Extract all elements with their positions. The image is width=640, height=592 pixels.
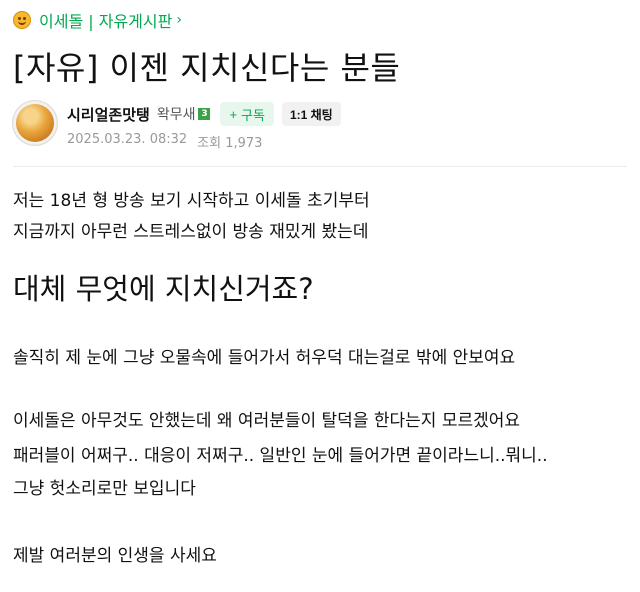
subscribe-label: 구독 <box>241 107 265 123</box>
post-views: 조회 1,973 <box>197 136 263 151</box>
chat-button[interactable]: 1:1 채팅 <box>281 102 341 126</box>
board-link[interactable]: 이세돌 | 자유게시판 <box>39 8 172 32</box>
plus-icon: + <box>229 106 238 122</box>
chevron-right-icon: › <box>176 12 182 28</box>
subscribe-button[interactable]: + 구독 <box>220 102 274 126</box>
post-page: 이세돌 | 자유게시판 › [자유] 이젠 지치신다는 분들 시리얼존맛탱 왁무… <box>0 0 640 592</box>
rank-level-badge: 3 <box>198 108 211 120</box>
body-line: 그냥 헛소리로만 보입니다 <box>13 479 196 499</box>
board-breadcrumb[interactable]: 이세돌 | 자유게시판 › <box>13 8 182 32</box>
body-line: 이세돌은 아무것도 안했는데 왜 여러분들이 탈덕을 한다는지 모르겠어요 <box>13 411 521 431</box>
body-line: 패러블이 어쩌구.. 대응이 저쩌구.. 일반인 눈에 들어가면 끝이라느니..… <box>13 446 548 466</box>
divider <box>13 166 627 167</box>
post-date: 2025.03.23. 08:32 <box>67 132 188 147</box>
body-line: 지금까지 아무런 스트레스없이 방송 재밌게 봤는데 <box>13 222 369 242</box>
body-heading: 대체 무엇에 지치신거죠? <box>13 272 314 306</box>
body-line: 저는 18년 형 방송 보기 시작하고 이세돌 초기부터 <box>13 191 370 211</box>
body-line: 솔직히 제 눈에 그냥 오물속에 들어가서 허우덕 대는걸로 밖에 안보여요 <box>13 348 516 368</box>
body-line: 제발 여러분의 인생을 사세요 <box>13 546 217 566</box>
author-nickname[interactable]: 시리얼존맛탱 <box>67 104 150 125</box>
post-title: [자유] 이젠 지치신다는 분들 <box>13 49 401 87</box>
avatar[interactable] <box>13 101 57 145</box>
emoji-face-icon <box>13 11 31 29</box>
post-meta: 2025.03.23. 08:32 조회 1,973 <box>67 132 262 151</box>
author-rank: 왁무새 <box>156 107 196 123</box>
author-line: 시리얼존맛탱 왁무새 3 + 구독 1:1 채팅 <box>67 102 341 126</box>
